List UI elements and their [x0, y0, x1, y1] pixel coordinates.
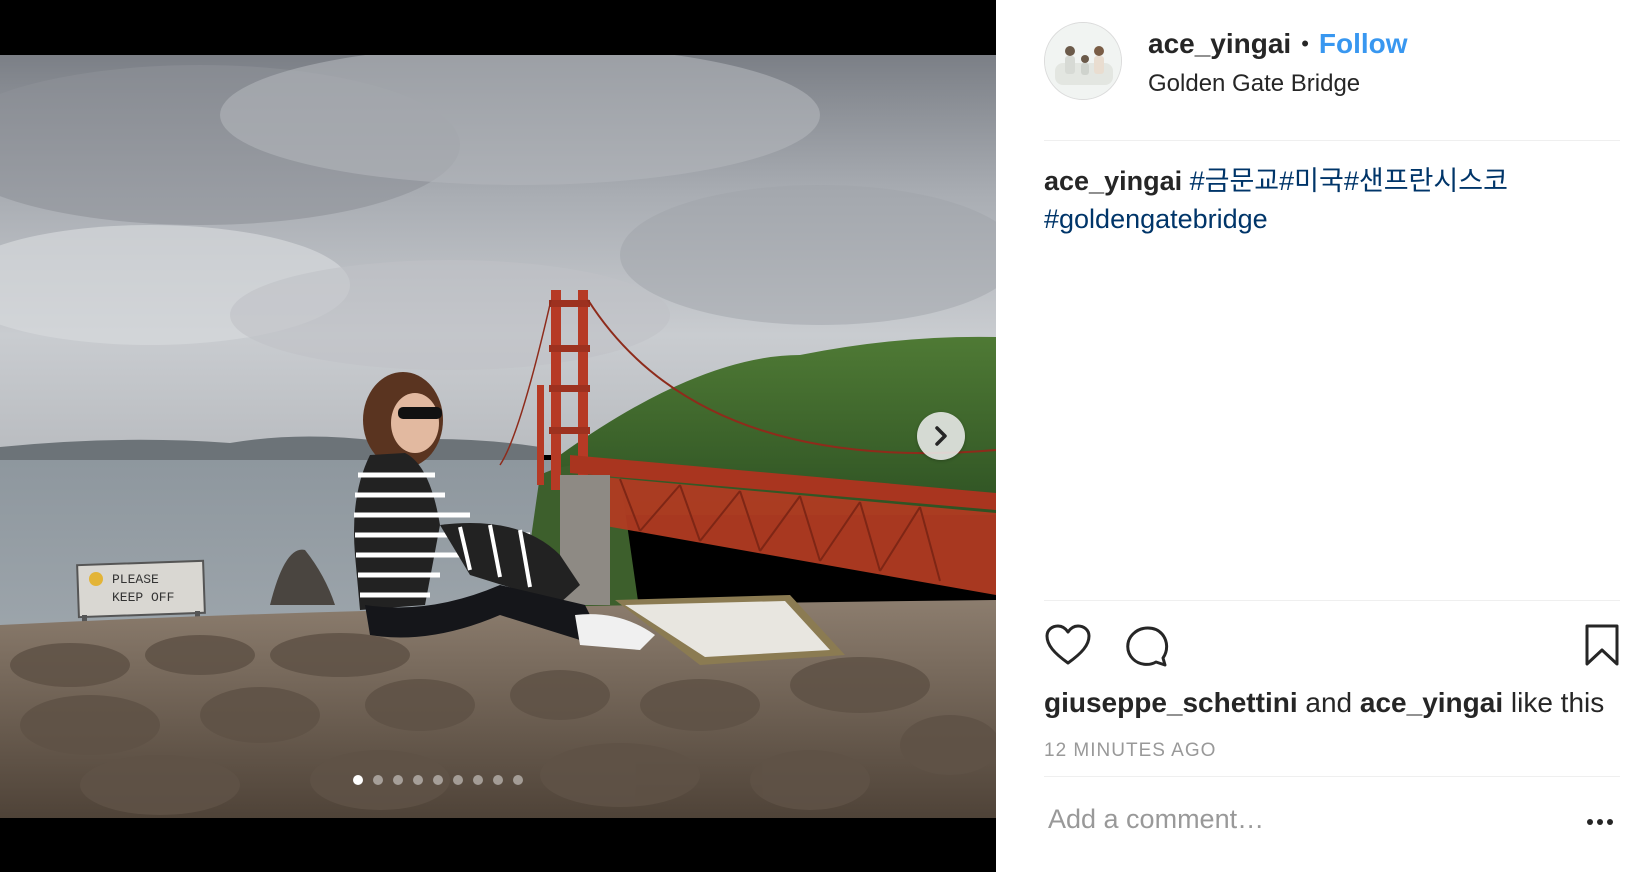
action-bar	[1044, 600, 1620, 667]
avatar[interactable]	[1044, 22, 1122, 100]
carousel-dot	[413, 775, 423, 785]
like-button[interactable]	[1044, 623, 1092, 672]
comment-input[interactable]	[1044, 797, 1552, 841]
post-timestamp[interactable]: 12 MINUTES AGO	[1044, 740, 1216, 762]
liker-link[interactable]: giuseppe_schettini	[1044, 687, 1298, 718]
post-media: PLEASE KEEP OFF	[0, 0, 996, 872]
carousel-dot	[353, 775, 363, 785]
post-details-panel: ace_yingai • Follow Golden Gate Bridge a…	[996, 0, 1650, 872]
carousel-indicator	[0, 775, 996, 787]
header-user-row: ace_yingai • Follow	[1148, 28, 1408, 60]
hashtag-link[interactable]: #미국	[1279, 166, 1344, 196]
family-photo-avatar	[1045, 23, 1121, 99]
more-dots-icon	[1587, 819, 1613, 825]
bookmark-icon	[1585, 624, 1619, 666]
comment-button[interactable]	[1124, 623, 1170, 674]
post-caption: ace_yingai #금문교#미국#샌프란시스코 #goldengatebrid…	[1044, 162, 1604, 238]
hashtag-link[interactable]: #샌프란시스코	[1344, 166, 1508, 196]
carousel-dot	[473, 775, 483, 785]
likes-summary: giuseppe_schettini and ace_yingai like t…	[1044, 687, 1604, 719]
carousel-dot	[433, 775, 443, 785]
follow-button[interactable]: Follow	[1319, 28, 1408, 60]
carousel-dot	[453, 775, 463, 785]
separator-dot: •	[1301, 31, 1309, 56]
hashtag-link[interactable]: #goldengatebridge	[1044, 204, 1268, 234]
hashtag-link[interactable]: #금문교	[1190, 166, 1280, 196]
svg-text:KEEP OFF: KEEP OFF	[112, 590, 174, 605]
more-options-button[interactable]	[1586, 813, 1614, 831]
likes-suffix: like this	[1510, 687, 1605, 718]
liker-link[interactable]: ace_yingai	[1360, 687, 1503, 718]
carousel-dot	[513, 775, 523, 785]
carousel-dot	[393, 775, 403, 785]
username-link[interactable]: ace_yingai	[1148, 28, 1291, 60]
chevron-right-icon	[935, 426, 947, 446]
golden-gate-photo: PLEASE KEEP OFF	[0, 55, 996, 818]
svg-text:PLEASE: PLEASE	[112, 572, 159, 587]
carousel-dot	[373, 775, 383, 785]
post-photo[interactable]: PLEASE KEEP OFF	[0, 55, 996, 818]
carousel-dot	[493, 775, 503, 785]
location-link[interactable]: Golden Gate Bridge	[1148, 70, 1360, 98]
caption-username-link[interactable]: ace_yingai	[1044, 166, 1182, 196]
post-header: ace_yingai • Follow Golden Gate Bridge	[1044, 22, 1620, 141]
comment-icon	[1126, 626, 1169, 667]
likes-joiner: and	[1305, 687, 1353, 718]
heart-icon	[1045, 624, 1091, 665]
next-slide-button[interactable]	[917, 412, 965, 460]
save-button[interactable]	[1584, 623, 1620, 672]
comment-form	[1044, 776, 1620, 873]
